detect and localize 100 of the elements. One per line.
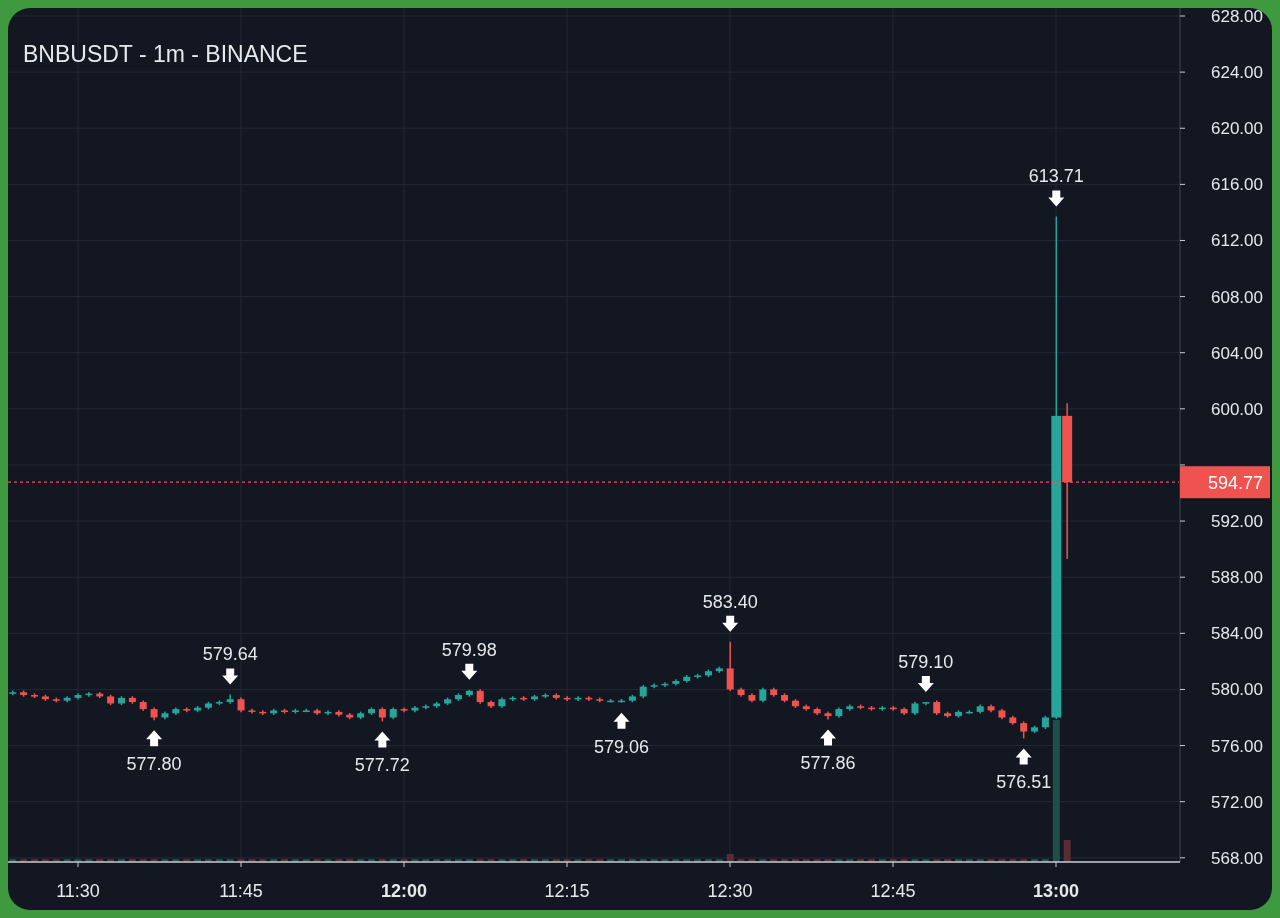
volume-bar [118,859,125,862]
candlestick [444,696,452,706]
candlestick [63,695,71,704]
down-arrow-icon [461,663,478,680]
candlestick [118,695,125,706]
candlestick [476,688,484,705]
candlestick [737,687,745,698]
price-axis-label: 568.00 [1211,848,1263,868]
volume-bar [63,859,71,862]
down-arrow-icon [222,668,239,685]
high-price-label: 583.40 [702,591,758,612]
candlestick [987,703,995,713]
volume-bar [835,859,843,862]
chart-title: BNBUSDT - 1m - BINANCE [23,41,308,68]
volume-bar [618,859,625,862]
time-axis-label: 13:00 [1033,881,1079,901]
candlestick [574,695,582,702]
candlestick [454,692,462,702]
price-axis-label: 588.00 [1211,568,1263,588]
candlestick [683,674,691,684]
candlestick [498,696,506,709]
candlestick [1009,715,1017,726]
time-axis-label: 12:15 [544,881,590,901]
candlestick [802,703,810,712]
up-arrow-icon [146,730,163,747]
volume-bar [487,859,495,862]
volume-bar [237,859,245,862]
volume-bar [498,859,506,862]
down-arrow-icon [1048,190,1065,207]
low-price-label: 577.72 [354,755,410,776]
price-axis-label: 608.00 [1211,287,1263,307]
candlestick [248,708,256,715]
volume-bar [20,859,28,862]
candlestick [900,706,908,716]
candlestick [639,684,647,699]
candlestick [520,695,528,702]
up-arrow-icon [374,731,391,748]
volume-bar [683,859,691,862]
price-axis-label: 592.00 [1211,512,1263,532]
price-axis-label: 580.00 [1211,680,1263,700]
volume-bar [987,859,995,862]
candlestick [378,706,386,723]
volume-bar [694,859,702,862]
candlestick [52,696,60,704]
candlestick [259,709,267,716]
candlestick [1041,715,1049,730]
candlestick [857,703,865,711]
candlestick [128,695,136,705]
volume-bar [204,859,212,862]
volume-bar [107,859,115,862]
candlestick [226,693,234,705]
candlestick [868,705,875,712]
candlestick [237,696,245,713]
volume-bar [1041,859,1049,862]
volume-bar [748,859,756,862]
candlestick [335,709,343,718]
volume-bar [911,859,919,862]
high-price-label: 613.71 [1028,166,1084,187]
candlestick [748,692,756,704]
high-price-label: 579.98 [441,639,497,660]
candlestick [933,699,941,716]
candlestick [824,710,832,721]
candlestick [770,687,778,698]
volume-bar [563,859,571,862]
volume-bar [672,859,680,862]
volume-bar [889,859,897,862]
volume-bar [900,859,908,862]
volume-bar [433,859,441,862]
candlestick [889,705,897,712]
candlestick [715,665,723,674]
volume-bar [281,859,289,862]
volume-bar [574,859,582,862]
candlestick [661,681,669,688]
volume-bar [9,859,17,862]
volume-bar [1020,859,1028,862]
volume-bar [639,859,647,862]
volume-bar [357,859,365,862]
price-axis-label: 600.00 [1211,399,1263,419]
up-arrow-icon [820,729,837,746]
price-axis-label: 624.00 [1211,63,1263,83]
candlestick [107,694,115,706]
candlestick [194,705,202,713]
candlestick [846,703,854,712]
price-axis-label: 628.00 [1211,8,1263,26]
volume-bar [509,859,517,862]
candlestick [726,641,734,692]
volume-bar [313,859,321,862]
volume-bar [52,859,60,862]
volume-bar [226,859,234,862]
candlestick [281,708,289,715]
volume-bar [954,859,962,862]
candlestick [672,678,680,687]
volume-bar [444,859,452,862]
volume-bar [704,859,712,862]
volume-bar [139,859,147,862]
candlestick [150,706,158,722]
candlestick [183,706,191,713]
volume-bar [976,859,984,862]
candlestick [704,668,712,678]
candlestick [139,699,147,712]
